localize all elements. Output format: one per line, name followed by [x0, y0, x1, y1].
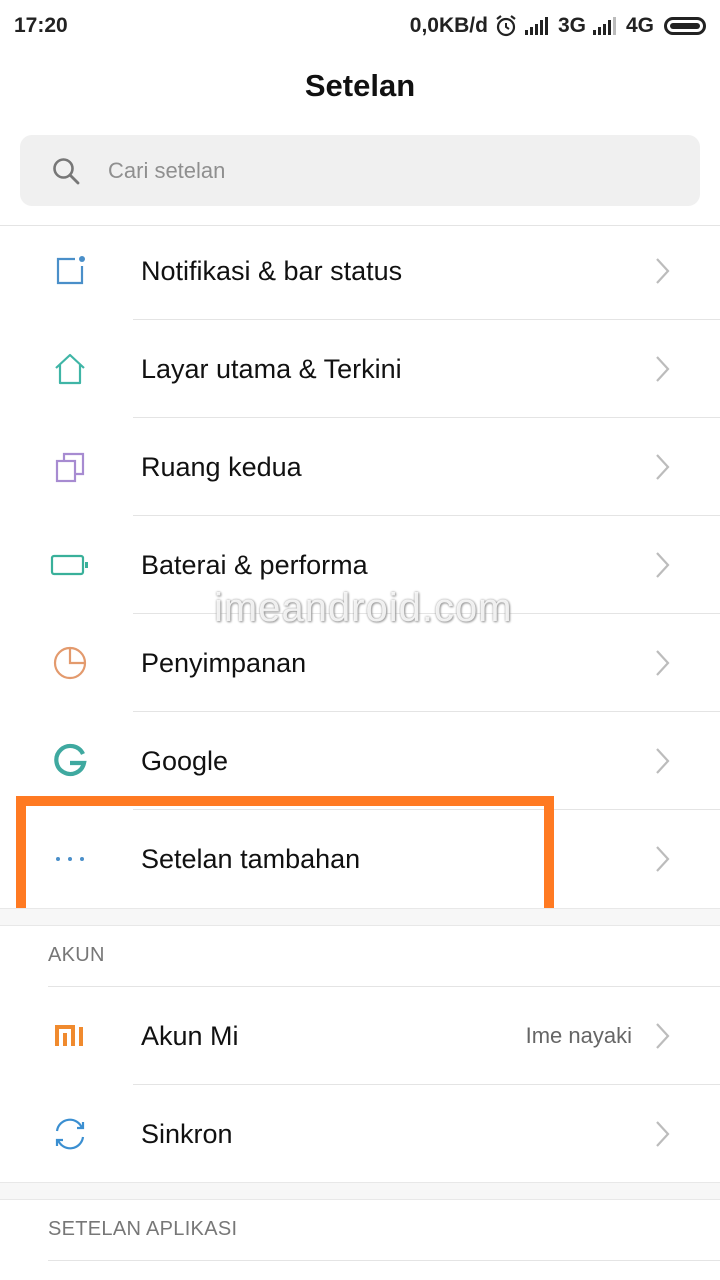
page-title: Setelan — [304, 68, 416, 103]
settings-item-label: Baterai & performa — [141, 549, 368, 580]
status-icons: 0,0KB/d 3G 4G — [410, 14, 706, 38]
settings-item-label: Layar utama & Terkini — [141, 353, 402, 384]
chevron-right-icon — [656, 356, 670, 382]
network-speed: 0,0KB/d — [409, 14, 488, 37]
settings-item-label: Penyimpanan — [141, 647, 307, 678]
settings-item-label: Sinkron — [141, 1118, 233, 1149]
settings-item-label: Google — [141, 745, 229, 776]
chevron-right-icon — [656, 454, 670, 480]
search-placeholder: Cari setelan — [108, 157, 226, 183]
notification-square-icon — [48, 249, 92, 293]
signal-icon-1 — [524, 17, 548, 35]
chevron-right-icon — [656, 650, 670, 676]
chevron-right-icon — [656, 1121, 670, 1147]
sync-icon — [48, 1112, 92, 1156]
settings-item-label: Ruang kedua — [141, 451, 302, 482]
settings-item-home-screen[interactable]: Layar utama & Terkini — [0, 320, 720, 418]
chevron-right-icon — [656, 1023, 670, 1049]
chevron-right-icon — [656, 258, 670, 284]
settings-item-google[interactable]: Google — [0, 712, 720, 810]
section-header-akun: AKUN — [48, 944, 105, 966]
network-type-2: 4G — [625, 14, 654, 37]
search-input[interactable]: Cari setelan — [20, 135, 700, 206]
settings-item-label: Setelan tambahan — [141, 843, 361, 874]
settings-item-label: Akun Mi — [141, 1020, 239, 1051]
row-divider — [48, 1260, 720, 1261]
signal-icon-2 — [592, 17, 616, 35]
status-time: 17:20 — [14, 14, 68, 37]
settings-item-notifications[interactable]: Notifikasi & bar status — [0, 222, 720, 320]
home-icon — [48, 347, 92, 391]
settings-item-label: Notifikasi & bar status — [141, 255, 403, 286]
battery-icon — [48, 543, 92, 587]
settings-item-mi-account[interactable]: Akun Mi Ime nayaki — [0, 987, 720, 1085]
dual-space-icon — [48, 445, 92, 489]
account-name-value: Ime nayaki — [525, 1023, 632, 1048]
chevron-right-icon — [656, 748, 670, 774]
mi-logo-icon — [48, 1014, 92, 1058]
search-icon — [53, 157, 80, 184]
settings-item-sync[interactable]: Sinkron — [0, 1085, 720, 1183]
google-icon — [48, 739, 92, 783]
watermark-text: imeandroid.com — [214, 586, 513, 630]
section-gap — [0, 1182, 720, 1200]
more-dots-icon — [48, 837, 92, 881]
chevron-right-icon — [656, 846, 670, 872]
storage-pie-icon — [48, 641, 92, 685]
chevron-right-icon — [656, 552, 670, 578]
settings-item-additional-settings[interactable]: Setelan tambahan — [0, 810, 720, 908]
battery-status-icon — [664, 17, 706, 35]
section-gap — [0, 908, 720, 926]
status-bar: 17:20 0,0KB/d 3G 4G — [0, 0, 720, 52]
alarm-icon — [496, 15, 516, 37]
network-type-1: 3G — [557, 14, 586, 37]
settings-item-second-space[interactable]: Ruang kedua — [0, 418, 720, 516]
section-header-app-settings: SETELAN APLIKASI — [48, 1218, 238, 1240]
